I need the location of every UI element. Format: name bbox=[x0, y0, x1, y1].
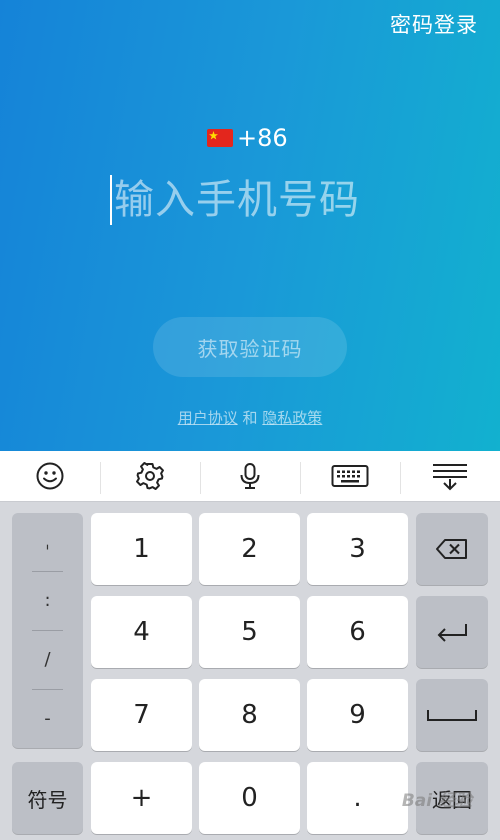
key-6[interactable]: 6 bbox=[307, 596, 408, 668]
hide-keyboard-button[interactable] bbox=[400, 456, 500, 496]
and-text: 和 bbox=[242, 409, 258, 427]
key-2[interactable]: 2 bbox=[199, 513, 300, 585]
get-verification-code-button[interactable]: 获取验证码 bbox=[153, 317, 347, 377]
symbol-key[interactable]: : bbox=[12, 572, 83, 629]
country-code-selector[interactable]: +86 bbox=[207, 124, 288, 152]
china-flag-icon bbox=[207, 129, 233, 147]
symbol-key[interactable]: ˌ bbox=[12, 513, 83, 570]
backspace-icon bbox=[436, 539, 467, 559]
key-0[interactable]: 0 bbox=[199, 762, 300, 834]
space-icon bbox=[427, 710, 477, 721]
collapse-keyboard-icon bbox=[433, 464, 467, 491]
backspace-key[interactable] bbox=[416, 513, 488, 585]
symbols-switch-key[interactable]: 符号 bbox=[12, 762, 83, 834]
key-7[interactable]: 7 bbox=[91, 679, 192, 751]
key-9[interactable]: 9 bbox=[307, 679, 408, 751]
enter-icon bbox=[437, 624, 467, 642]
key-3[interactable]: 3 bbox=[307, 513, 408, 585]
settings-button[interactable] bbox=[100, 456, 200, 496]
symbol-key[interactable]: / bbox=[12, 631, 83, 688]
symbol-key[interactable]: - bbox=[12, 690, 83, 747]
dot-key[interactable]: . bbox=[307, 762, 408, 834]
space-key[interactable] bbox=[416, 679, 488, 751]
watermark: Bai 经验 bbox=[401, 791, 472, 811]
privacy-policy-link[interactable]: 隐私政策 bbox=[262, 409, 322, 427]
text-cursor bbox=[110, 175, 112, 225]
emoji-button[interactable] bbox=[0, 456, 100, 496]
key-1[interactable]: 1 bbox=[91, 513, 192, 585]
voice-input-button[interactable] bbox=[200, 456, 300, 496]
symbol-column: ˌ : / - bbox=[12, 513, 83, 748]
emoji-icon bbox=[36, 462, 64, 490]
key-4[interactable]: 4 bbox=[91, 596, 192, 668]
gear-icon bbox=[136, 462, 164, 490]
key-5[interactable]: 5 bbox=[199, 596, 300, 668]
password-login-link[interactable]: 密码登录 bbox=[390, 9, 478, 39]
enter-key[interactable] bbox=[416, 596, 488, 668]
keyboard-icon bbox=[331, 465, 369, 487]
microphone-icon bbox=[240, 463, 260, 489]
keyboard-switch-button[interactable] bbox=[300, 456, 400, 496]
country-code: +86 bbox=[237, 124, 288, 152]
agreement-text: 用户协议 和 隐私政策 bbox=[0, 407, 500, 428]
user-agreement-link[interactable]: 用户协议 bbox=[178, 409, 238, 427]
keyboard-toolbar bbox=[0, 451, 500, 502]
phone-field[interactable] bbox=[110, 172, 394, 228]
phone-input[interactable] bbox=[114, 177, 394, 223]
plus-key[interactable]: + bbox=[91, 762, 192, 834]
login-panel: 密码登录 +86 获取验证码 用户协议 和 隐私政策 bbox=[0, 0, 500, 451]
key-8[interactable]: 8 bbox=[199, 679, 300, 751]
